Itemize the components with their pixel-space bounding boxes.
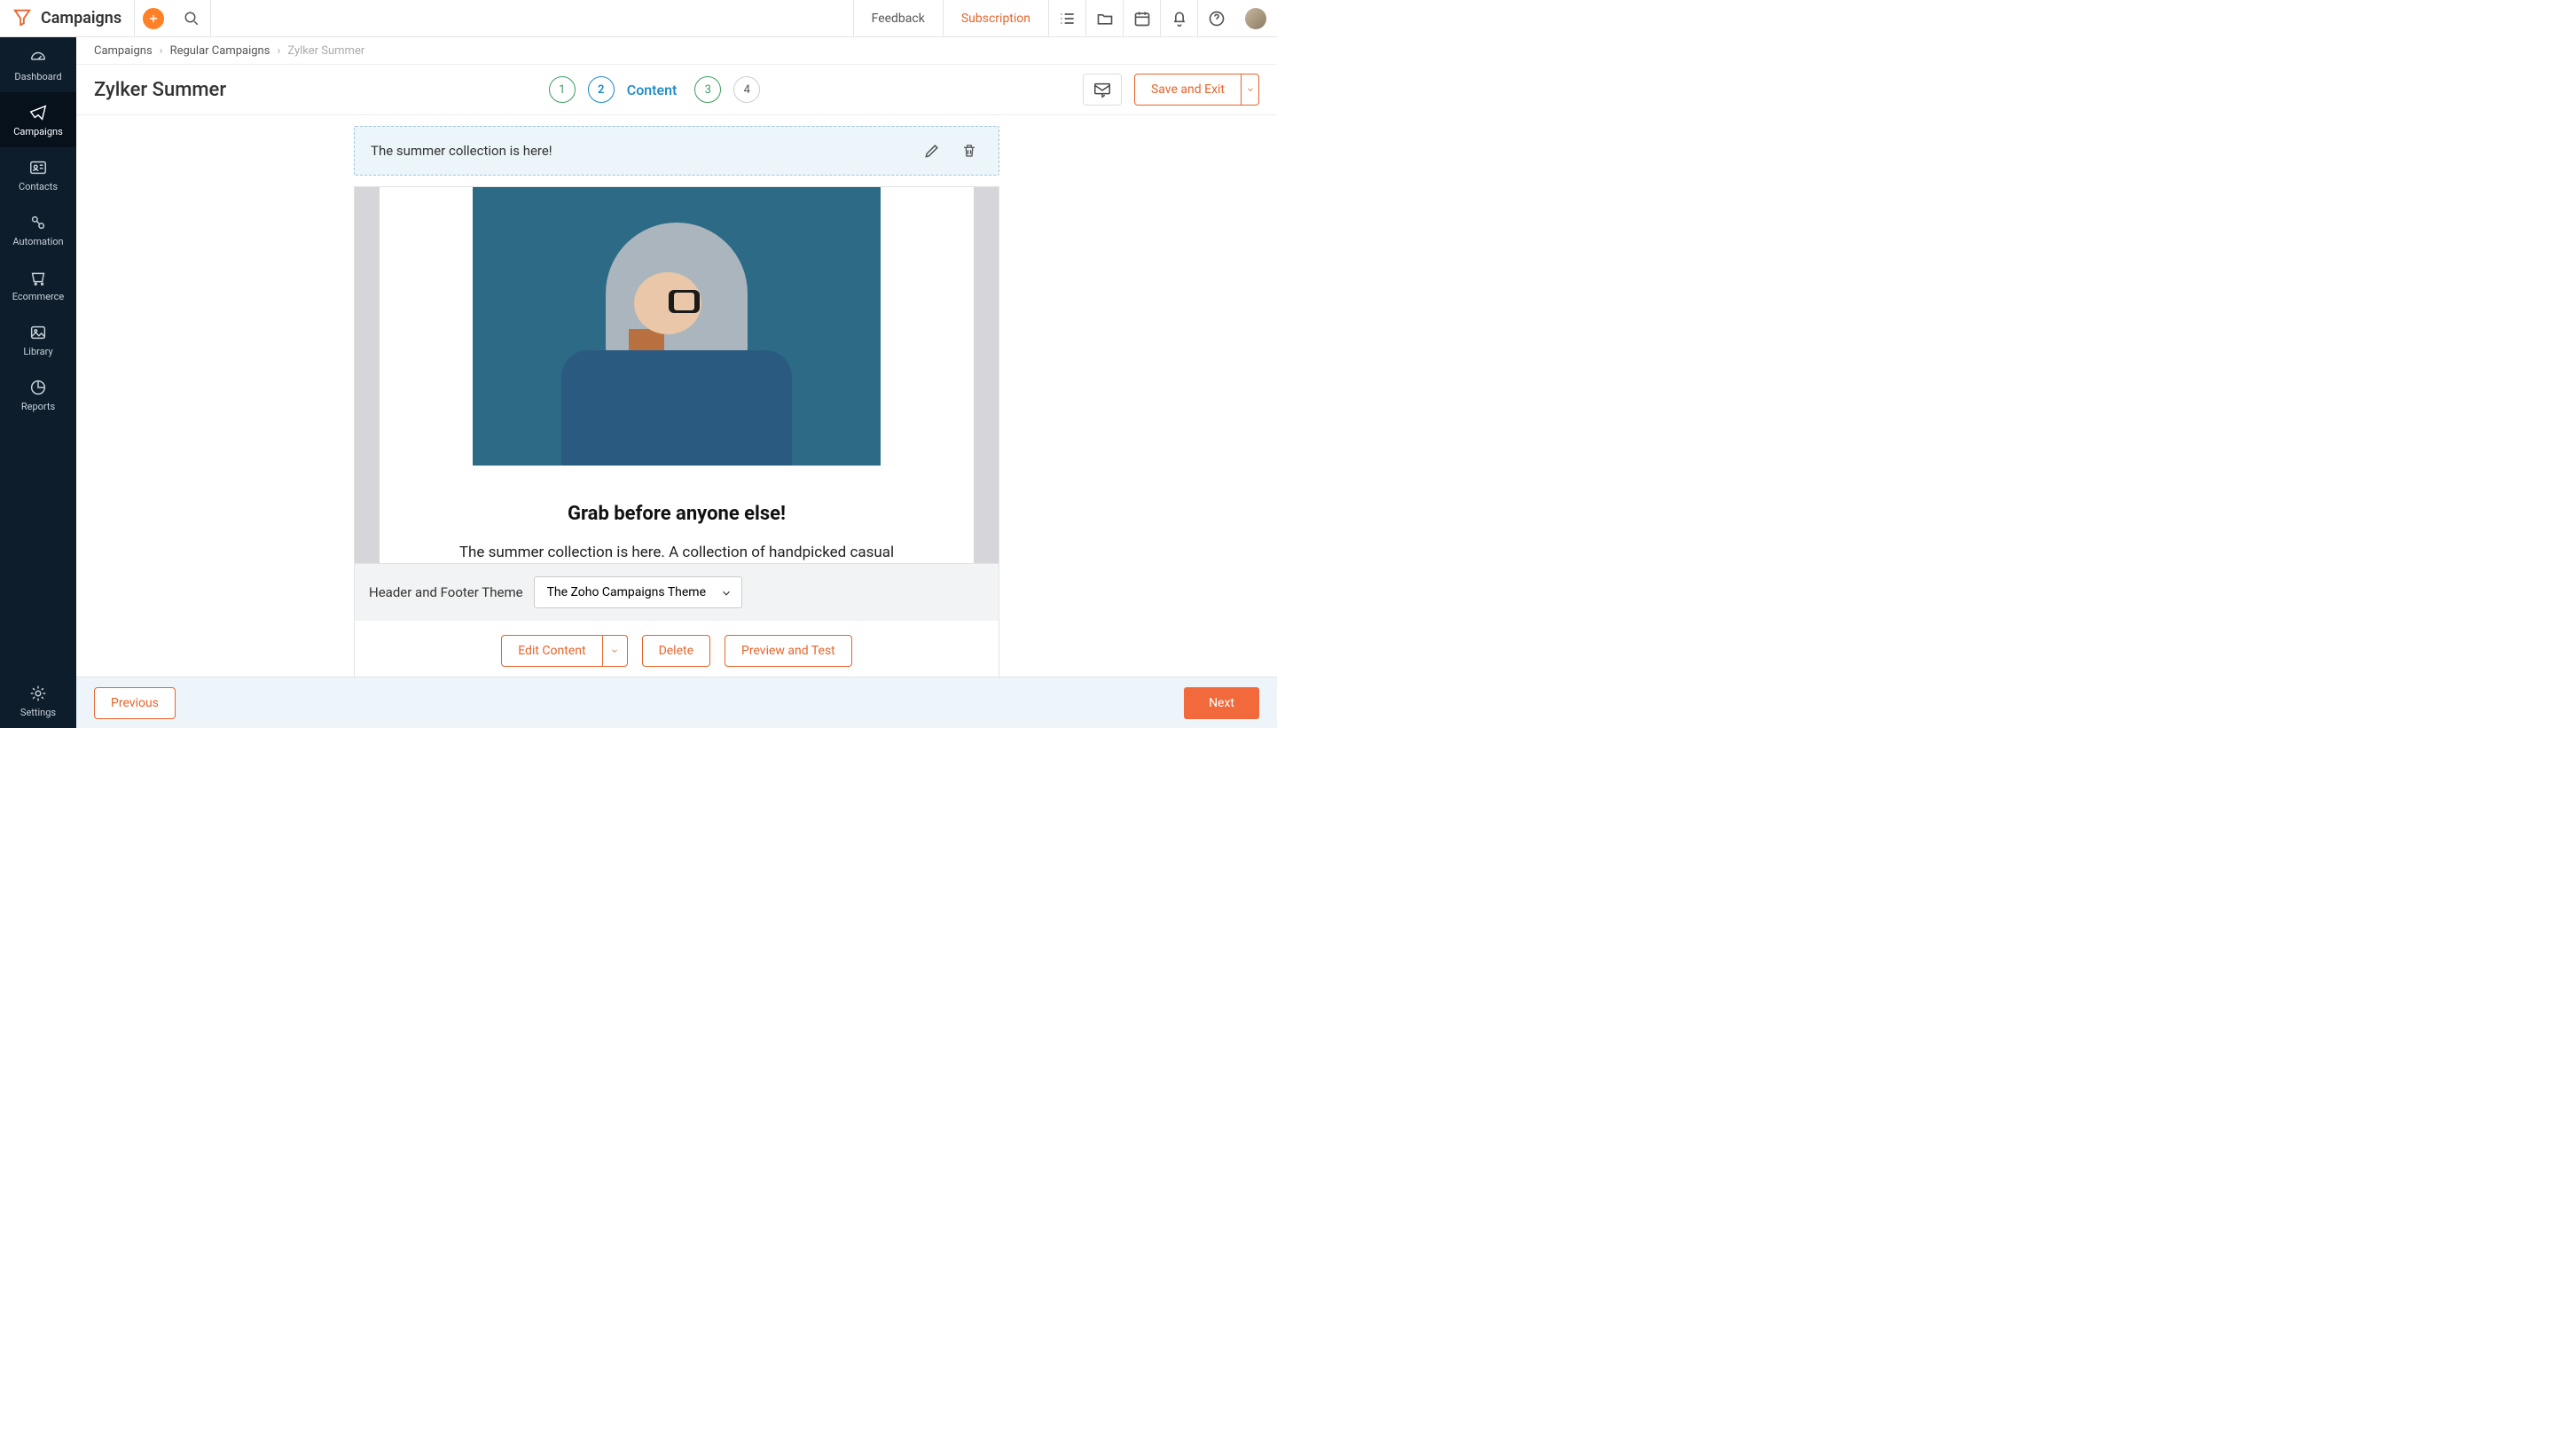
crumb-campaigns[interactable]: Campaigns xyxy=(94,44,153,58)
preview-body: The summer collection is here. A collect… xyxy=(380,543,974,563)
sidebar-item-dashboard[interactable]: Dashboard xyxy=(0,37,76,92)
subject-row: The summer collection is here! xyxy=(354,126,999,176)
crumb-current: Zylker Summer xyxy=(287,44,364,58)
step-2[interactable]: 2 xyxy=(588,76,615,103)
send-test-button[interactable] xyxy=(1083,74,1122,106)
sidebar-item-library[interactable]: Library xyxy=(0,312,76,367)
folder-icon[interactable] xyxy=(1085,0,1123,37)
step-1[interactable]: 1 xyxy=(549,76,576,103)
sidebar-label: Contacts xyxy=(19,181,58,192)
list-icon[interactable] xyxy=(1048,0,1085,37)
subscription-link[interactable]: Subscription xyxy=(943,0,1048,37)
preview-test-button[interactable]: Preview and Test xyxy=(725,635,852,667)
crumb-regular[interactable]: Regular Campaigns xyxy=(170,44,270,58)
help-icon[interactable] xyxy=(1197,0,1234,37)
sidebar-item-settings[interactable]: Settings xyxy=(0,673,76,728)
breadcrumb: Campaigns › Regular Campaigns › Zylker S… xyxy=(76,37,1277,64)
edit-content-button[interactable]: Edit Content xyxy=(501,635,602,667)
sidebar-label: Settings xyxy=(20,707,56,718)
content-preview: Grab before anyone else! The summer coll… xyxy=(355,187,999,563)
delete-subject-button[interactable] xyxy=(956,137,983,164)
save-and-exit-button[interactable]: Save and Exit xyxy=(1134,74,1242,106)
preview-headline: Grab before anyone else! xyxy=(380,503,974,525)
edit-subject-button[interactable] xyxy=(919,137,945,164)
edit-content-caret[interactable] xyxy=(603,635,628,667)
calendar-icon[interactable] xyxy=(1123,0,1160,37)
brand-title: Campaigns xyxy=(41,9,121,27)
sidebar-label: Campaigns xyxy=(13,126,63,137)
step-label: Content xyxy=(627,82,678,98)
sidebar-label: Automation xyxy=(12,236,63,247)
campaign-title: Zylker Summer xyxy=(94,79,226,101)
next-button[interactable]: Next xyxy=(1184,687,1259,719)
sidebar-label: Ecommerce xyxy=(12,291,65,302)
search-button[interactable] xyxy=(172,0,211,37)
feedback-link[interactable]: Feedback xyxy=(853,0,943,37)
sidebar-item-contacts[interactable]: Contacts xyxy=(0,147,76,202)
hero-image xyxy=(473,187,881,466)
hf-theme-select[interactable]: The Zoho Campaigns Theme xyxy=(534,576,742,608)
previous-button[interactable]: Previous xyxy=(94,687,176,719)
sidebar-item-automation[interactable]: Automation xyxy=(0,202,76,257)
sidebar-item-reports[interactable]: Reports xyxy=(0,367,76,422)
sidebar-label: Reports xyxy=(21,401,55,412)
bell-icon[interactable] xyxy=(1160,0,1197,37)
sidebar-item-ecommerce[interactable]: Ecommerce xyxy=(0,257,76,312)
subject-text: The summer collection is here! xyxy=(371,143,908,159)
sidebar-label: Library xyxy=(23,346,52,357)
avatar[interactable] xyxy=(1245,8,1266,29)
sidebar-label: Dashboard xyxy=(14,71,61,82)
hf-theme-label: Header and Footer Theme xyxy=(369,584,523,600)
step-4[interactable]: 4 xyxy=(733,76,760,103)
app-logo xyxy=(12,7,32,30)
sidebar-item-campaigns[interactable]: Campaigns xyxy=(0,92,76,147)
hf-theme-value: The Zoho Campaigns Theme xyxy=(547,585,706,599)
delete-content-button[interactable]: Delete xyxy=(642,635,710,667)
save-exit-caret[interactable] xyxy=(1242,74,1259,106)
create-button[interactable] xyxy=(143,8,164,29)
step-3[interactable]: 3 xyxy=(694,76,721,103)
